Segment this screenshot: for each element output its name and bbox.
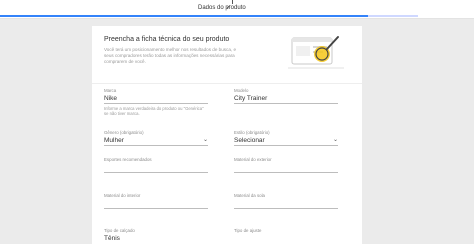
page-subtitle: Você terá um posicionamento melhor nos r… xyxy=(104,47,237,64)
page-title: Preencha a ficha técnica do seu produto xyxy=(104,36,230,43)
chevron-down-icon[interactable]: ⌄ xyxy=(203,136,208,143)
marca-input[interactable]: Nike xyxy=(104,95,117,102)
input-underline xyxy=(104,145,208,146)
step-title: Dados do produto xyxy=(198,5,246,11)
field-label: Gênero (obrigatório) xyxy=(104,130,144,135)
step-marker xyxy=(232,0,233,4)
input-underline xyxy=(234,172,338,173)
input-underline xyxy=(234,145,338,146)
field-label: Tipo de calçado xyxy=(104,228,135,233)
marca-help-text: Informe a marca verdadeira do produto ou… xyxy=(104,106,204,116)
progress-bar xyxy=(0,15,418,17)
input-underline xyxy=(104,172,208,173)
chevron-down-icon[interactable]: ⌄ xyxy=(333,136,338,143)
field-label: Material da sola xyxy=(234,193,265,198)
field-label: Esportes recomendados xyxy=(104,157,152,162)
genero-value[interactable]: Mulher xyxy=(104,137,124,144)
input-underline xyxy=(104,208,208,209)
input-underline xyxy=(104,103,208,104)
field-label: Material do exterior xyxy=(234,157,272,162)
input-underline xyxy=(234,208,338,209)
progress-bar-fill xyxy=(0,15,368,17)
card-header: Preencha a ficha técnica do seu produto … xyxy=(92,26,362,84)
modelo-input[interactable]: City Trainer xyxy=(234,95,267,102)
estilo-value[interactable]: Selecionar xyxy=(234,137,265,144)
field-label: Modelo xyxy=(234,88,249,93)
field-label: Tipo de ajuste xyxy=(234,228,262,233)
magnifier-illustration-icon xyxy=(288,36,344,69)
input-underline xyxy=(234,103,338,104)
top-bar: ✓ Dados do produto xyxy=(0,0,474,19)
field-label: Marca xyxy=(104,88,117,93)
tipo-calcado-input[interactable]: Tênis xyxy=(104,235,120,242)
field-label: Estilo (obrigatório) xyxy=(234,130,270,135)
product-sheet-card: Preencha a ficha técnica do seu produto … xyxy=(92,26,362,244)
field-label: Material do interior xyxy=(104,193,141,198)
